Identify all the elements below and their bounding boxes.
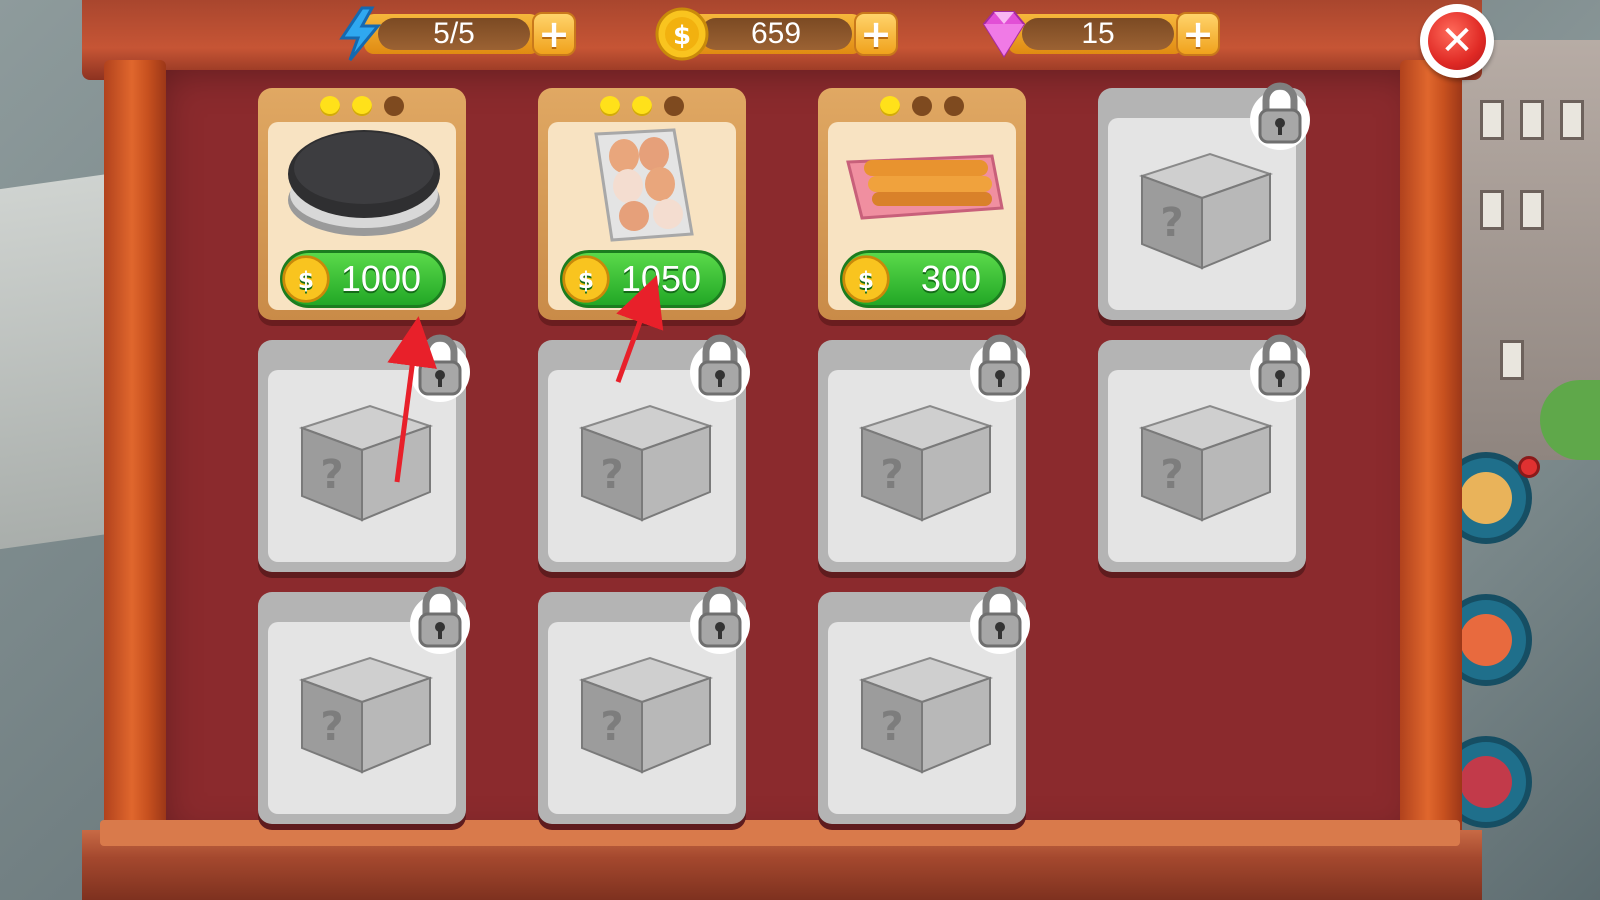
lock-icon [970, 586, 1030, 654]
lightning-icon [339, 6, 382, 61]
level-dot-empty [384, 96, 404, 116]
energy-counter: 5/5 + [339, 6, 576, 61]
level-dot-filled [320, 96, 340, 116]
buy-price-button[interactable]: $ 300 [840, 250, 1006, 308]
mystery-box-icon: ? [578, 656, 714, 774]
add-coins-button[interactable]: + [854, 12, 898, 56]
level-dot-empty [664, 96, 684, 116]
svg-text:?: ? [320, 704, 343, 750]
level-dot-filled [352, 96, 372, 116]
mystery-box-icon: ? [1138, 404, 1274, 522]
lock-icon [970, 334, 1030, 402]
locked-card[interactable]: ? [818, 586, 1030, 824]
close-icon: ✕ [1428, 12, 1486, 70]
svg-text:?: ? [1160, 452, 1183, 498]
svg-text:?: ? [880, 704, 903, 750]
frame-post-left [104, 60, 166, 850]
griddle-plate-icon [288, 130, 440, 236]
svg-text:?: ? [880, 452, 903, 498]
egg-tray-icon [594, 128, 694, 242]
svg-text:?: ? [600, 452, 623, 498]
lock-icon [1250, 82, 1310, 150]
mystery-box-icon: ? [858, 656, 994, 774]
svg-text:$: $ [673, 21, 691, 51]
buy-price-button[interactable]: $ 1000 [280, 250, 446, 308]
fried-dough-sticks-icon [846, 154, 1004, 220]
mystery-box-icon: ? [298, 404, 434, 522]
gems-counter: 15 + [982, 10, 1220, 58]
locked-card[interactable]: ? [818, 334, 1030, 572]
locked-card[interactable]: ? [1098, 334, 1310, 572]
buy-price-button[interactable]: $ 1050 [560, 250, 726, 308]
coin-icon: $ [562, 255, 610, 303]
upgrade-card-fried-dough[interactable]: $ 300 [818, 88, 1026, 320]
level-dot-filled [632, 96, 652, 116]
notification-badge [1518, 456, 1540, 478]
mystery-box-icon: ? [858, 404, 994, 522]
lock-icon [410, 334, 470, 402]
locked-card[interactable]: ? [258, 586, 470, 824]
price-value: 300 [920, 258, 981, 299]
upgrade-card-griddle[interactable]: $ 1000 [258, 88, 466, 320]
close-button[interactable]: ✕ [1420, 4, 1494, 78]
frame-post-right [1400, 60, 1462, 850]
upgrade-level-dots [818, 96, 1026, 116]
coin-icon: $ [655, 7, 709, 61]
locked-card[interactable]: ? [1098, 82, 1310, 320]
lock-icon [690, 334, 750, 402]
svg-text:$: $ [298, 267, 314, 294]
locked-card[interactable]: ? [538, 586, 750, 824]
locked-card[interactable]: ? [258, 334, 470, 572]
compass-icon [1460, 472, 1512, 524]
lock-icon [690, 586, 750, 654]
bag-icon [1460, 756, 1512, 808]
upgrade-level-dots [538, 96, 746, 116]
level-dot-filled [880, 96, 900, 116]
gem-icon [982, 11, 1026, 58]
shop-icon [1460, 614, 1512, 666]
price-value: 1000 [340, 258, 421, 299]
level-dot-empty [944, 96, 964, 116]
add-energy-button[interactable]: + [532, 12, 576, 56]
mystery-box-icon: ? [578, 404, 714, 522]
svg-text:$: $ [858, 267, 874, 294]
level-dot-filled [600, 96, 620, 116]
svg-text:?: ? [600, 704, 623, 750]
coins-value: 659 [700, 17, 852, 50]
coin-icon: $ [842, 255, 890, 303]
upgrade-card-eggs[interactable]: $ 1050 [538, 88, 746, 320]
price-value: 1050 [620, 258, 701, 299]
mystery-box-icon: ? [298, 656, 434, 774]
locked-card[interactable]: ? [538, 334, 750, 572]
gems-value: 15 [1022, 17, 1174, 50]
mystery-box-icon: ? [1138, 152, 1274, 270]
upgrade-level-dots [258, 96, 466, 116]
add-gems-button[interactable]: + [1176, 12, 1220, 56]
coin-icon: $ [282, 255, 330, 303]
svg-text:$: $ [578, 267, 594, 294]
svg-text:?: ? [1160, 200, 1183, 246]
lock-icon [1250, 334, 1310, 402]
lock-icon [410, 586, 470, 654]
coins-counter: 659 $ + [655, 7, 898, 61]
energy-value: 5/5 [378, 17, 530, 50]
svg-text:?: ? [320, 452, 343, 498]
level-dot-empty [912, 96, 932, 116]
